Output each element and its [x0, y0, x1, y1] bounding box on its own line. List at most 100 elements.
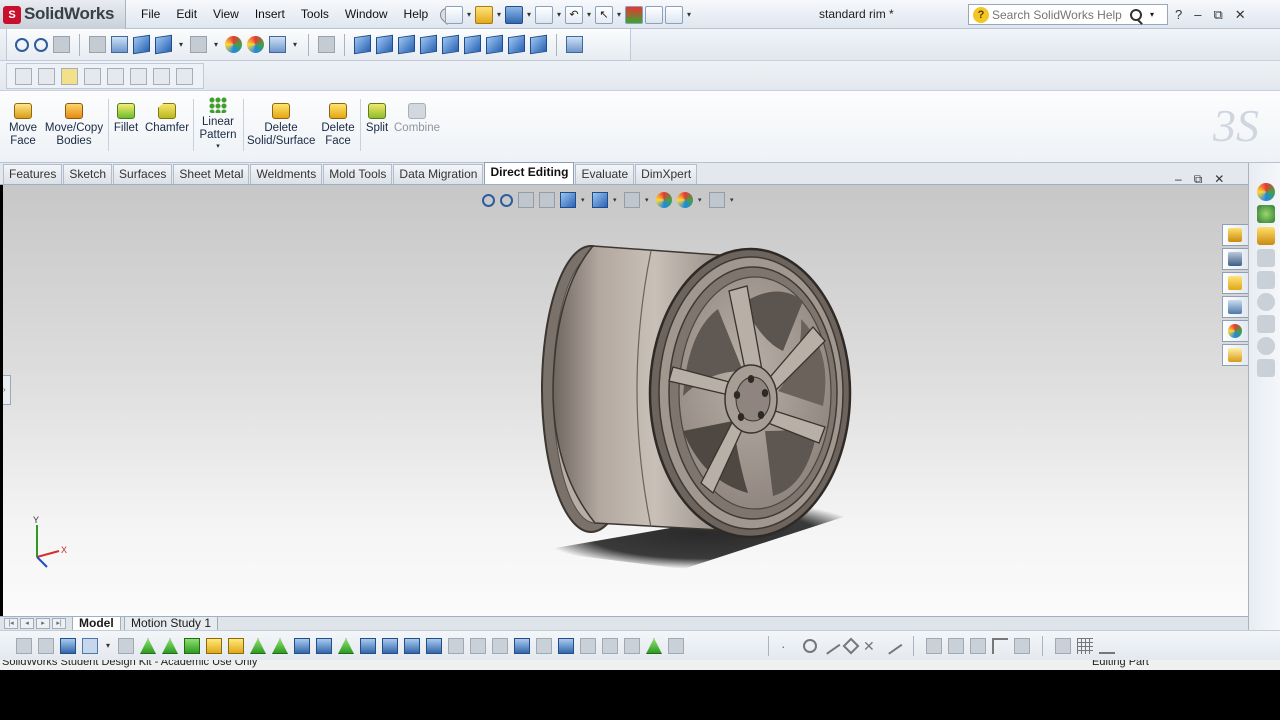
- linear-pattern-dropdown-icon[interactable]: ▾: [197, 142, 239, 152]
- fillet-button[interactable]: Fillet: [112, 103, 140, 135]
- task-pane-item-7-icon[interactable]: [1257, 315, 1275, 333]
- previous-view-icon[interactable]: [53, 36, 70, 53]
- print-dropdown-icon[interactable]: ▾: [555, 6, 563, 24]
- task-pane-item-5-icon[interactable]: [1257, 271, 1275, 289]
- view-settings-icon[interactable]: [269, 36, 286, 53]
- hud-section-view-icon[interactable]: [539, 192, 555, 208]
- filter-solid-bodies-icon[interactable]: [228, 638, 244, 654]
- filter-surface-finish-icon[interactable]: [426, 638, 442, 654]
- sketch-trim-icon[interactable]: ✕: [863, 638, 879, 654]
- minimize-button[interactable]: –: [1194, 7, 1201, 22]
- feature-manager-expand-handle[interactable]: ›: [3, 375, 11, 405]
- tab-sketch[interactable]: Sketch: [63, 164, 113, 184]
- solidworks-resources-tab[interactable]: [1222, 224, 1248, 246]
- new-document-icon[interactable]: [445, 6, 463, 24]
- filter-axes-icon[interactable]: [250, 638, 266, 654]
- sketch-tool-3-icon[interactable]: [61, 67, 78, 85]
- tab-features[interactable]: Features: [3, 164, 63, 184]
- trimetric-view-icon[interactable]: [508, 34, 525, 55]
- filter-cosmetic-threads-icon[interactable]: [558, 638, 574, 654]
- search-icon[interactable]: [1130, 8, 1142, 21]
- sketch-tool-1-icon[interactable]: [15, 67, 32, 85]
- hud-display-style-dropdown-icon[interactable]: ▾: [613, 196, 619, 204]
- filter-blocks-icon[interactable]: [580, 638, 596, 654]
- display-style-icon[interactable]: [155, 34, 172, 55]
- bottom-view-icon[interactable]: [464, 34, 481, 55]
- hud-hide-show-icon[interactable]: [624, 192, 640, 208]
- task-pane-item-9-icon[interactable]: [1257, 359, 1275, 377]
- filter-center-marks-icon[interactable]: [360, 638, 376, 654]
- filter-mid-icon[interactable]: [668, 638, 684, 654]
- rotate-view-icon[interactable]: [89, 36, 106, 53]
- help-icon[interactable]: ?: [1175, 7, 1182, 22]
- move-copy-bodies-button[interactable]: Move/Copy Bodies: [44, 103, 104, 148]
- section-view-icon[interactable]: [111, 36, 128, 53]
- select-arrow-dropdown-icon[interactable]: ▾: [104, 637, 112, 655]
- view-palette-tab[interactable]: [1222, 296, 1248, 318]
- move-face-button[interactable]: Move Face: [8, 103, 38, 148]
- hide-show-items-icon[interactable]: [190, 36, 207, 53]
- sketch-tool-4-icon[interactable]: [84, 67, 101, 85]
- undo-icon[interactable]: ↶: [565, 6, 583, 24]
- angle-icon[interactable]: [1099, 638, 1115, 654]
- design-library-tab[interactable]: [1222, 248, 1248, 270]
- sketch-chamfer-icon[interactable]: [970, 638, 986, 654]
- hud-previous-view-icon[interactable]: [518, 192, 534, 208]
- filter-midpoints-icon[interactable]: [338, 638, 354, 654]
- select-arrow-icon[interactable]: [82, 638, 98, 654]
- filter-datum-features-icon[interactable]: [492, 638, 508, 654]
- menu-insert[interactable]: Insert: [247, 0, 293, 29]
- filter-routing-points-icon[interactable]: [646, 638, 662, 654]
- select-dropdown-icon[interactable]: ▾: [615, 6, 623, 24]
- sketch-tool-8-icon[interactable]: [176, 67, 193, 85]
- sketch-tool-7-icon[interactable]: [153, 67, 170, 85]
- normal-to-icon[interactable]: [318, 36, 335, 53]
- hud-zoom-to-area-icon[interactable]: [500, 193, 513, 207]
- select-all-filters-icon[interactable]: [60, 638, 76, 654]
- link-views-icon[interactable]: [566, 36, 583, 53]
- filter-dowel-pins-icon[interactable]: [602, 638, 618, 654]
- save-dropdown-icon[interactable]: ▾: [525, 6, 533, 24]
- combine-button[interactable]: Combine: [394, 103, 440, 135]
- file-explorer-tab[interactable]: [1222, 272, 1248, 294]
- sketch-line-icon[interactable]: [821, 637, 841, 655]
- filter-notes-icon[interactable]: [470, 638, 486, 654]
- tab-dimxpert[interactable]: DimXpert: [635, 164, 698, 184]
- menu-edit[interactable]: Edit: [168, 0, 205, 29]
- filter-planes-icon[interactable]: [272, 638, 288, 654]
- help-search-box[interactable]: ? ▾: [968, 4, 1168, 25]
- hud-hide-show-dropdown-icon[interactable]: ▾: [645, 196, 651, 204]
- open-folder-icon[interactable]: [475, 6, 493, 24]
- hud-view-orientation-dropdown-icon[interactable]: ▾: [581, 196, 587, 204]
- solidworks-logo[interactable]: S SolidWorks: [0, 0, 126, 29]
- apply-scene-icon[interactable]: [247, 36, 264, 53]
- tab-data-migration[interactable]: Data Migration: [393, 164, 484, 184]
- sketch-centerline-icon[interactable]: [883, 637, 903, 655]
- grid-icon[interactable]: [1077, 638, 1093, 654]
- hud-edit-appearance-icon[interactable]: [656, 192, 672, 208]
- task-pane-item-4-icon[interactable]: [1257, 249, 1275, 267]
- hide-show-dropdown-icon[interactable]: ▾: [212, 36, 220, 54]
- close-button[interactable]: ✕: [1235, 7, 1246, 23]
- tab-weldments[interactable]: Weldments: [250, 164, 323, 184]
- split-button[interactable]: Split: [364, 103, 390, 135]
- menu-file[interactable]: File: [133, 0, 168, 29]
- filter-toggle-icon[interactable]: [16, 638, 32, 654]
- back-view-icon[interactable]: [376, 34, 393, 55]
- tab-sheet-metal[interactable]: Sheet Metal: [173, 164, 250, 184]
- tab-surfaces[interactable]: Surfaces: [113, 164, 173, 184]
- undo-dropdown-icon[interactable]: ▾: [585, 6, 593, 24]
- zoom-to-area-icon[interactable]: [34, 37, 48, 52]
- graphics-area[interactable]: ▾ ▾ ▾ ▾ ▾ › Y X: [3, 185, 1248, 616]
- options-dropdown-icon[interactable]: ▾: [685, 6, 693, 24]
- menu-help[interactable]: Help: [396, 0, 437, 29]
- open-dropdown-icon[interactable]: ▾: [495, 6, 503, 24]
- linear-pattern-button[interactable]: Linear Pattern ▾: [197, 97, 239, 152]
- first-tab-icon[interactable]: |◂: [4, 618, 18, 629]
- filter-faces-icon[interactable]: [184, 638, 200, 654]
- task-pane-decals-icon[interactable]: [1257, 227, 1275, 245]
- sketch-fillet-icon[interactable]: [948, 638, 964, 654]
- rebuild-icon[interactable]: [625, 6, 643, 24]
- help-search-input[interactable]: [992, 7, 1122, 22]
- select-other-icon[interactable]: [118, 638, 134, 654]
